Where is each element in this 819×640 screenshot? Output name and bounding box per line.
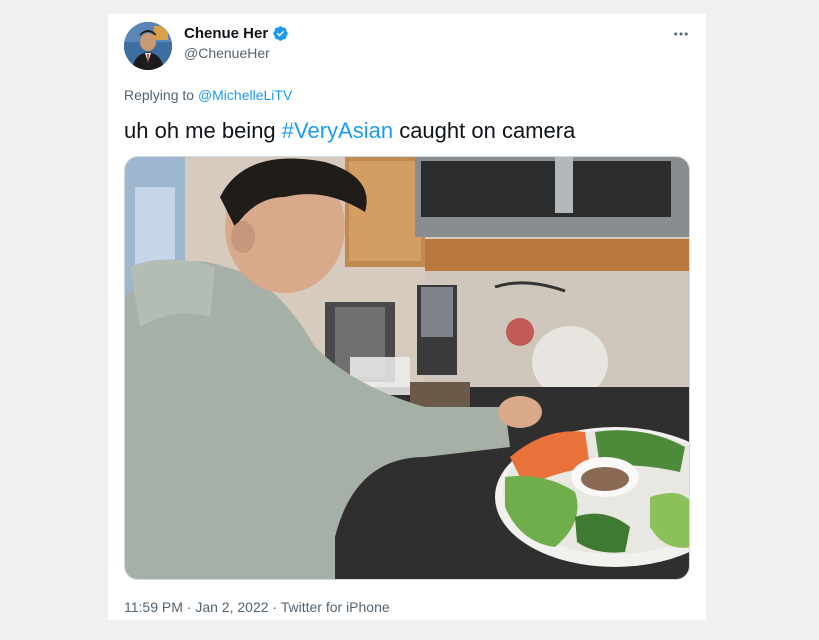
hashtag-link[interactable]: #VeryAsian	[282, 118, 393, 143]
photo-kitchen-icon	[125, 157, 689, 579]
replying-prefix: Replying to	[124, 87, 198, 103]
avatar-photo-icon	[124, 22, 172, 70]
tweet-date[interactable]: Jan 2, 2022	[183, 599, 269, 615]
author-name-row[interactable]: Chenue Her	[184, 25, 289, 42]
tweet-source[interactable]: Twitter for iPhone	[269, 599, 390, 615]
replying-to: Replying to @MichelleLiTV	[124, 87, 292, 103]
handle[interactable]: @ChenueHer	[184, 45, 270, 61]
verified-badge-icon	[273, 26, 288, 41]
tweet-text: uh oh me being #VeryAsian caught on came…	[124, 118, 575, 144]
tweet-text-after: caught on camera	[393, 118, 576, 143]
more-horizontal-icon	[674, 32, 688, 36]
more-options-button[interactable]	[670, 23, 692, 45]
avatar[interactable]	[124, 22, 172, 70]
display-name[interactable]: Chenue Her	[184, 25, 268, 42]
tweet-photo[interactable]	[124, 156, 690, 580]
tweet-card: Chenue Her @ChenueHer Replying to @Miche…	[108, 14, 706, 620]
reply-mention-link[interactable]: @MichelleLiTV	[198, 87, 292, 103]
tweet-meta: 11:59 PMJan 2, 2022Twitter for iPhone	[124, 599, 390, 615]
tweet-text-before: uh oh me being	[124, 118, 282, 143]
tweet-time[interactable]: 11:59 PM	[124, 599, 183, 615]
